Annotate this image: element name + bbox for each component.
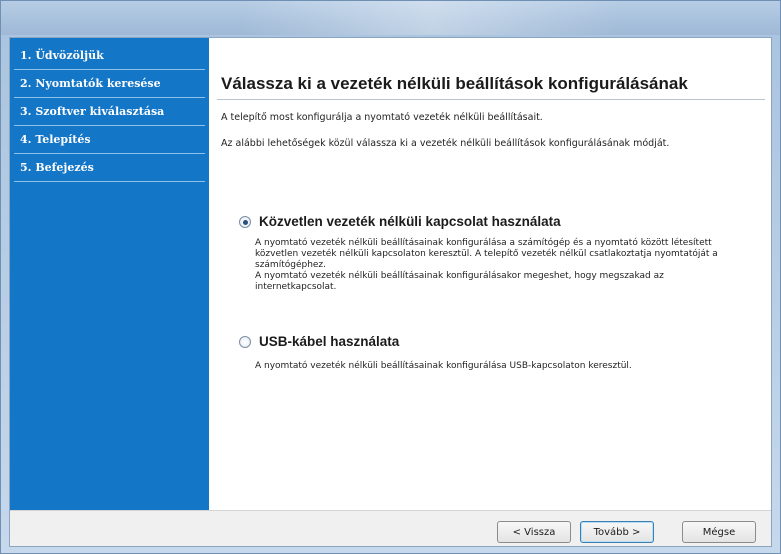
back-button[interactable]: < Vissza <box>497 521 571 543</box>
desc-line: internetkapcsolat. <box>255 282 337 292</box>
option-usb-cable-description: A nyomtató vezeték nélküli beállításaina… <box>255 361 755 372</box>
radio-usb-cable[interactable] <box>239 335 251 348</box>
title-bar[interactable] <box>1 1 780 35</box>
next-button[interactable]: Tovább > <box>580 521 654 543</box>
wizard-footer: < Vissza Tovább > Mégse <box>10 510 771 546</box>
option-usb-cable-label[interactable]: USB-kábel használata <box>259 334 399 349</box>
sidebar-item-install: 4. Telepítés <box>14 126 205 154</box>
desc-line: A nyomtató vezeték nélküli beállításaina… <box>255 271 664 281</box>
radio-direct-wireless[interactable] <box>239 215 251 228</box>
installer-window: 1. Üdvözöljük 2. Nyomtatók keresése 3. S… <box>0 0 781 554</box>
wizard-client-area: 1. Üdvözöljük 2. Nyomtatók keresése 3. S… <box>9 37 772 547</box>
option-usb-cable[interactable]: USB-kábel használata <box>239 334 399 349</box>
desc-line: A nyomtató vezeték nélküli beállításaina… <box>255 361 632 371</box>
intro-text-1: A telepítő most konfigurálja a nyomtató … <box>221 112 543 123</box>
option-direct-wireless-description: A nyomtató vezeték nélküli beállításaina… <box>255 238 755 293</box>
wizard-main-panel: Válassza ki a vezeték nélküli beállításo… <box>209 38 771 510</box>
sidebar-item-finish: 5. Befejezés <box>14 154 205 182</box>
wizard-steps-sidebar: 1. Üdvözöljük 2. Nyomtatók keresése 3. S… <box>10 38 209 510</box>
sidebar-item-find-printers: 2. Nyomtatók keresése <box>14 70 205 98</box>
sidebar-item-select-software: 3. Szoftver kiválasztása <box>14 98 205 126</box>
sidebar-item-welcome: 1. Üdvözöljük <box>14 42 205 70</box>
option-direct-wireless-label[interactable]: Közvetlen vezeték nélküli kapcsolat hasz… <box>259 214 561 229</box>
title-divider <box>217 99 765 100</box>
page-title: Válassza ki a vezeték nélküli beállításo… <box>221 74 688 93</box>
option-direct-wireless[interactable]: Közvetlen vezeték nélküli kapcsolat hasz… <box>239 214 561 229</box>
desc-line: közvetlen vezeték nélküli kapcsolaton ke… <box>255 249 718 259</box>
intro-text-2: Az alábbi lehetőségek közül válassza ki … <box>221 138 670 149</box>
desc-line: számítógéphez. <box>255 260 327 270</box>
cancel-button[interactable]: Mégse <box>682 521 756 543</box>
desc-line: A nyomtató vezeték nélküli beállításaina… <box>255 238 712 248</box>
